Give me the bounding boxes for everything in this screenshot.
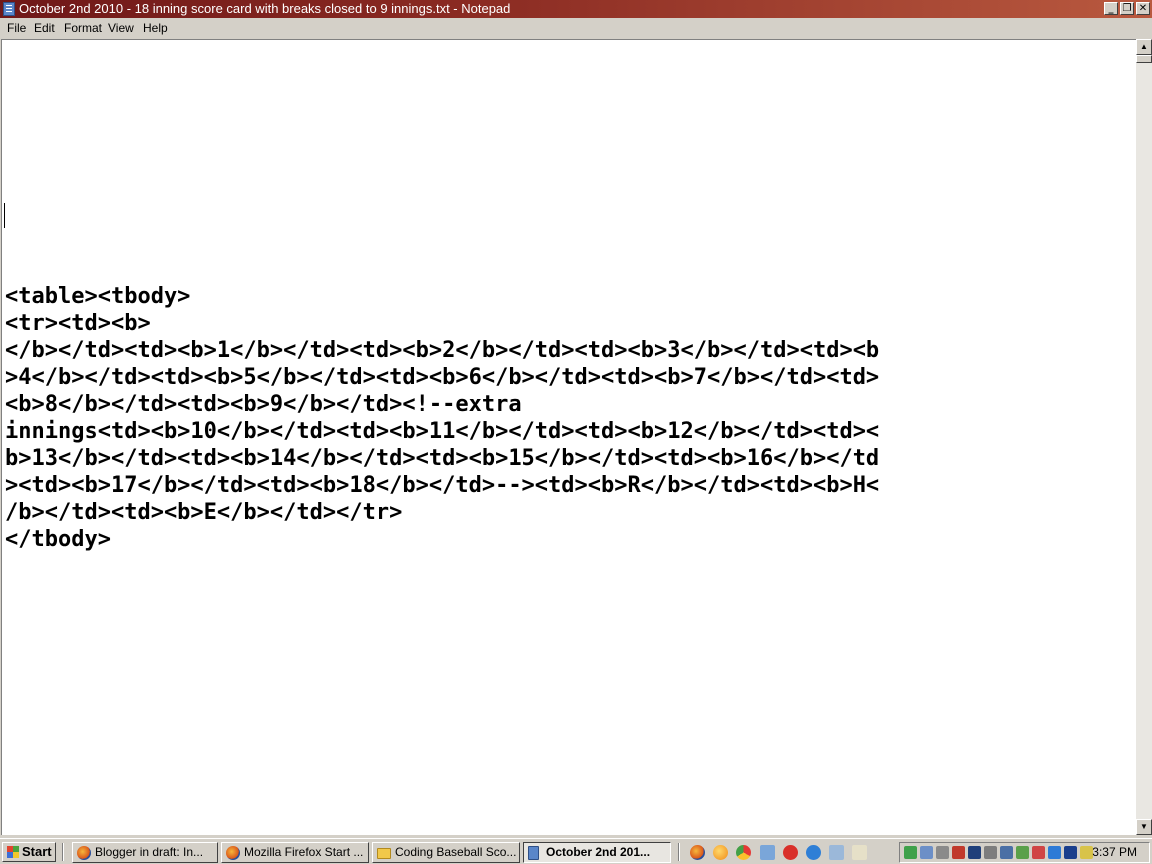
menu-file[interactable]: File [7,21,26,35]
notepad-icon [528,846,539,860]
system-tray: 3:37 PM [899,842,1150,863]
task-blogger[interactable]: Blogger in draft: In... [72,842,218,863]
chrome-icon[interactable] [736,845,751,860]
mail-icon[interactable] [760,845,775,860]
window-title: October 2nd 2010 - 18 inning score card … [19,1,511,16]
maximize-button[interactable]: ❐ [1120,2,1134,15]
stop-icon[interactable] [783,845,798,860]
document-icon[interactable] [852,845,867,860]
window-icon[interactable] [829,845,844,860]
menu-format[interactable]: Format [64,21,102,35]
pencil-icon[interactable] [1080,846,1093,859]
scroll-down-button[interactable]: ▼ [1136,819,1152,835]
taskbar-separator [678,843,680,861]
browser-icon[interactable] [713,845,728,860]
update-icon[interactable] [1016,846,1029,859]
pen-icon[interactable] [1000,846,1013,859]
gear-icon[interactable] [984,846,997,859]
title-bar[interactable]: October 2nd 2010 - 18 inning score card … [0,0,1152,18]
window-controls: _ ❐ ✕ [1104,2,1150,15]
volume-icon[interactable] [936,846,949,859]
display-icon[interactable] [1064,846,1077,859]
menu-help[interactable]: Help [143,21,168,35]
monitor-icon[interactable] [968,846,981,859]
firefox-icon[interactable] [690,845,705,860]
document-text[interactable]: <table><tbody> <tr><td><b> </b></td><td>… [5,283,879,553]
menu-view[interactable]: View [108,21,134,35]
folder-icon [377,848,391,859]
notepad-icon [3,2,15,16]
task-firefox-start[interactable]: Mozilla Firefox Start ... [221,842,369,863]
minimize-button[interactable]: _ [1104,2,1118,15]
taskbar: Start Blogger in draft: In... Mozilla Fi… [0,838,1152,864]
internet-explorer-icon[interactable] [806,845,821,860]
close-button[interactable]: ✕ [1136,2,1150,15]
home-icon[interactable] [904,846,917,859]
menu-bar: File Edit Format View Help [0,18,1152,38]
taskbar-separator [62,843,64,861]
clock[interactable]: 3:37 PM [1092,843,1137,862]
firefox-icon [226,846,240,860]
firefox-icon [77,846,91,860]
text-editor[interactable]: <table><tbody> <tr><td><b> </b></td><td>… [1,39,1136,835]
windows-logo-icon [7,846,19,858]
media-icon[interactable] [1048,846,1061,859]
text-caret [4,203,5,228]
vertical-scrollbar[interactable]: ▲ ▼ [1136,39,1152,835]
start-button[interactable]: Start [2,842,56,862]
network-icon[interactable] [920,846,933,859]
scroll-thumb[interactable] [1136,55,1152,63]
task-folder[interactable]: Coding Baseball Sco... [372,842,520,863]
task-notepad[interactable]: October 2nd 201... [523,842,671,863]
scroll-up-button[interactable]: ▲ [1136,39,1152,55]
security-icon[interactable] [952,846,965,859]
menu-edit[interactable]: Edit [34,21,55,35]
antivirus-icon[interactable] [1032,846,1045,859]
